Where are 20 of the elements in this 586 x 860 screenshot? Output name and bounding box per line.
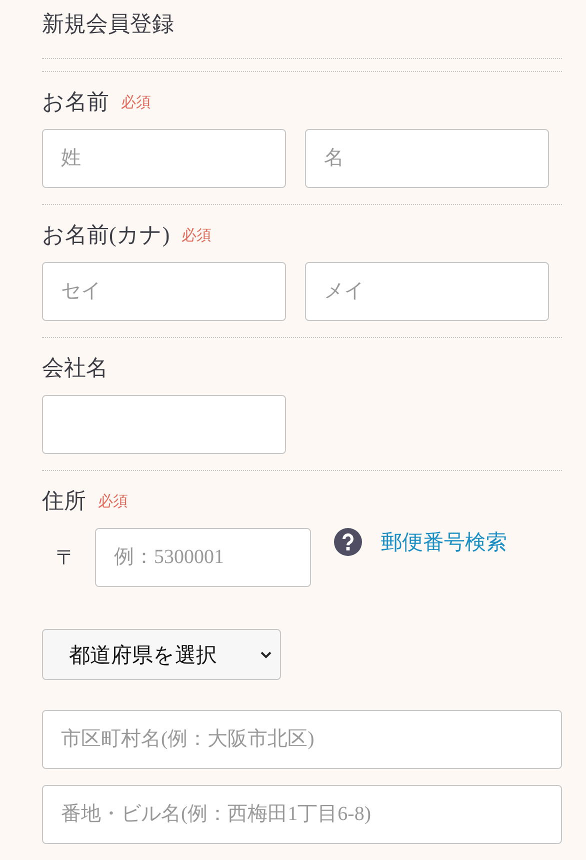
input-field[interactable] (42, 395, 286, 454)
required-label: 必須 (121, 94, 151, 112)
field-label: 住所 (42, 487, 86, 515)
required-label: 必須 (182, 226, 212, 244)
input-field[interactable]: 市区町村名(例：大阪市北区) (42, 710, 562, 769)
field-label: お名前 (42, 88, 109, 116)
input-field[interactable]: 例：5300001 (95, 528, 311, 587)
required-label: 必須 (98, 492, 128, 510)
input-field[interactable]: セイ (42, 262, 286, 321)
chevron-down-icon (260, 650, 272, 658)
input-field[interactable]: 名 (305, 129, 549, 188)
help-icon[interactable] (334, 528, 362, 556)
prefecture-select[interactable]: 都道府県を選択 (42, 629, 281, 680)
input-field[interactable]: 番地・ビル名(例：西梅田1丁目6-8) (42, 785, 562, 844)
postal-mark: 〒 (56, 544, 76, 571)
page-title: 新規会員登録 (42, 10, 175, 38)
input-field[interactable]: 姓 (42, 129, 286, 188)
input-field[interactable]: メイ (305, 262, 549, 321)
field-label: お名前(カナ) (42, 221, 170, 249)
field-label: 会社名 (42, 354, 108, 382)
